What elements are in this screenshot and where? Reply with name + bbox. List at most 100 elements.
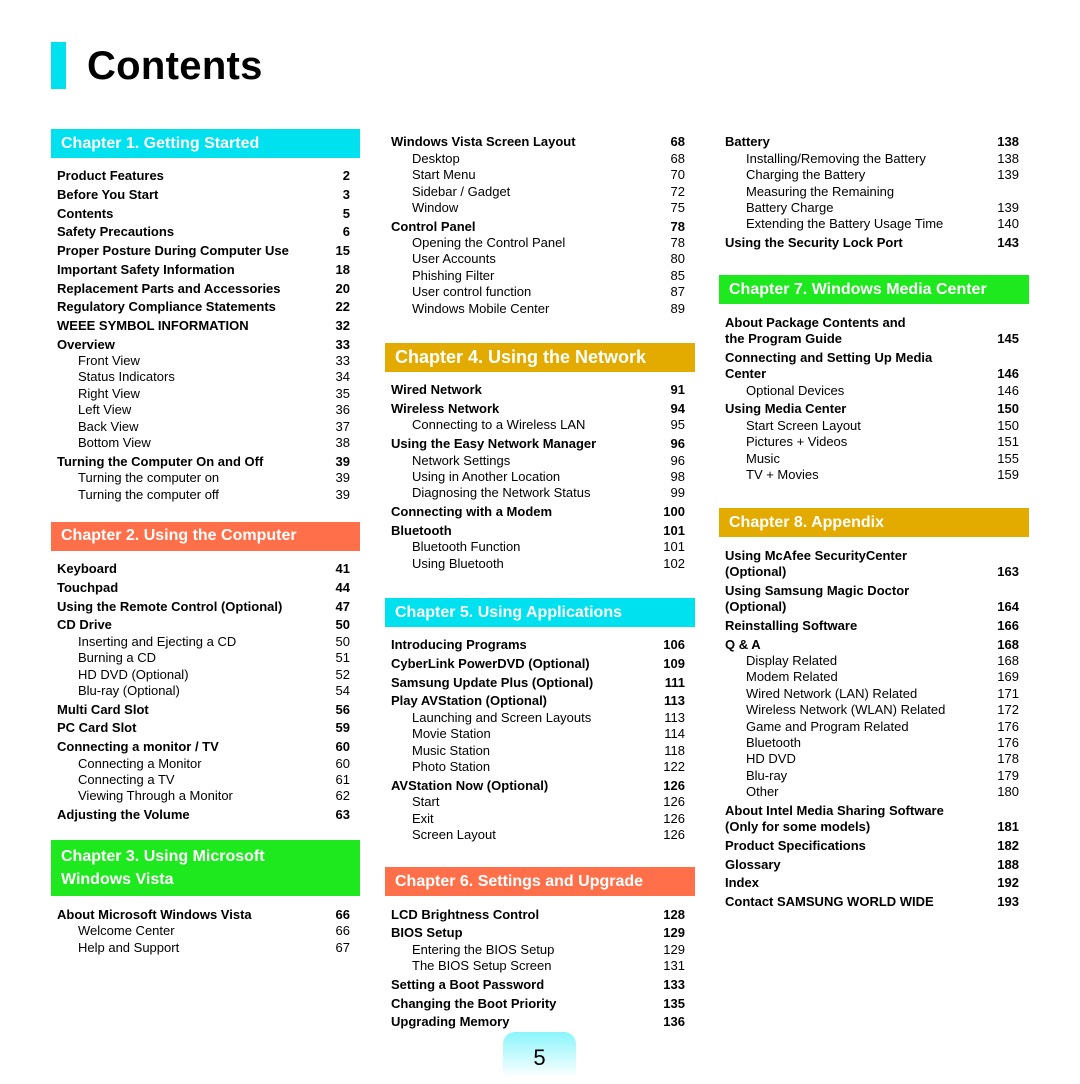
toc-subsection-entry[interactable]: Pictures + Videos 151 <box>725 434 1019 450</box>
toc-section-entry[interactable]: Introducing Programs 106 <box>391 637 685 653</box>
toc-section-entry[interactable]: Using Samsung Magic Doctor <box>725 583 1019 599</box>
toc-section-entry[interactable]: Center 146 <box>725 366 1019 382</box>
toc-subsection-entry[interactable]: Bluetooth Function 101 <box>391 539 685 555</box>
toc-subsection-entry[interactable]: Bottom View 38 <box>57 435 350 451</box>
toc-subsection-entry[interactable]: Music Station 118 <box>391 743 685 759</box>
toc-subsection-entry[interactable]: Charging the Battery 139 <box>725 167 1019 183</box>
toc-subsection-entry[interactable]: Screen Layout 126 <box>391 827 685 843</box>
toc-subsection-entry[interactable]: HD DVD 178 <box>725 751 1019 767</box>
toc-subsection-entry[interactable]: Turning the computer off 39 <box>57 487 350 503</box>
toc-subsection-entry[interactable]: Photo Station 122 <box>391 759 685 775</box>
toc-section-entry[interactable]: (Optional) 163 <box>725 564 1019 580</box>
toc-section-entry[interactable]: Using Media Center 150 <box>725 401 1019 417</box>
toc-subsection-entry[interactable]: Start 126 <box>391 794 685 810</box>
toc-section-entry[interactable]: Product Features 2 <box>57 168 350 184</box>
toc-subsection-entry[interactable]: Connecting a Monitor 60 <box>57 756 350 772</box>
toc-section-entry[interactable]: Index 192 <box>725 875 1019 891</box>
toc-section-entry[interactable]: Safety Precautions 6 <box>57 224 350 240</box>
chapter-5-header[interactable]: Chapter 5. Using Applications <box>385 598 695 628</box>
toc-section-entry[interactable]: Q & A 168 <box>725 637 1019 653</box>
toc-section-entry[interactable]: Important Safety Information 18 <box>57 262 350 278</box>
chapter-2-header[interactable]: Chapter 2. Using the Computer <box>51 521 360 551</box>
toc-section-entry[interactable]: Regulatory Compliance Statements 22 <box>57 299 350 315</box>
toc-section-entry[interactable]: Upgrading Memory 136 <box>391 1014 685 1030</box>
toc-section-entry[interactable]: Connecting and Setting Up Media <box>725 350 1019 366</box>
toc-section-entry[interactable]: Windows Vista Screen Layout 68 <box>391 134 685 150</box>
toc-subsection-entry[interactable]: Inserting and Ejecting a CD 50 <box>57 634 350 650</box>
chapter-7-header[interactable]: Chapter 7. Windows Media Center <box>719 275 1029 305</box>
chapter-8-header[interactable]: Chapter 8. Appendix <box>719 508 1029 538</box>
toc-section-entry[interactable]: Wired Network 91 <box>391 382 685 398</box>
toc-section-entry[interactable]: Contact SAMSUNG WORLD WIDE 193 <box>725 894 1019 910</box>
toc-section-entry[interactable]: About Intel Media Sharing Software <box>725 803 1019 819</box>
toc-subsection-entry[interactable]: Installing/Removing the Battery 138 <box>725 151 1019 167</box>
chapter-4-header[interactable]: Chapter 4. Using the Network <box>385 343 695 373</box>
toc-section-entry[interactable]: Replacement Parts and Accessories 20 <box>57 281 350 297</box>
toc-subsection-entry[interactable]: Windows Mobile Center 89 <box>391 301 685 317</box>
toc-subsection-entry[interactable]: Connecting to a Wireless LAN 95 <box>391 417 685 433</box>
toc-subsection-entry[interactable]: User control function 87 <box>391 284 685 300</box>
toc-subsection-entry[interactable]: Modem Related 169 <box>725 669 1019 685</box>
toc-section-entry[interactable]: Touchpad 44 <box>57 580 350 596</box>
toc-section-entry[interactable]: (Optional) 164 <box>725 599 1019 615</box>
toc-subsection-entry[interactable]: Viewing Through a Monitor 62 <box>57 788 350 804</box>
chapter-3-header[interactable]: Chapter 3. Using Microsoft Windows Vista <box>51 840 360 897</box>
toc-subsection-entry[interactable]: Measuring the Remaining <box>725 184 1019 200</box>
toc-subsection-entry[interactable]: Diagnosing the Network Status 99 <box>391 485 685 501</box>
toc-subsection-entry[interactable]: Window 75 <box>391 200 685 216</box>
toc-subsection-entry[interactable]: Left View 36 <box>57 402 350 418</box>
chapter-1-header[interactable]: Chapter 1. Getting Started <box>51 129 360 158</box>
toc-section-entry[interactable]: Connecting a monitor / TV 60 <box>57 739 350 755</box>
toc-subsection-entry[interactable]: Start Menu 70 <box>391 167 685 183</box>
toc-subsection-entry[interactable]: Phishing Filter 85 <box>391 268 685 284</box>
toc-section-entry[interactable]: Reinstalling Software 166 <box>725 618 1019 634</box>
toc-subsection-entry[interactable]: Wired Network (LAN) Related 171 <box>725 686 1019 702</box>
toc-section-entry[interactable]: Play AVStation (Optional) 113 <box>391 693 685 709</box>
chapter-6-header[interactable]: Chapter 6. Settings and Upgrade <box>385 867 695 897</box>
toc-subsection-entry[interactable]: Using Bluetooth 102 <box>391 556 685 572</box>
toc-subsection-entry[interactable]: Display Related 168 <box>725 653 1019 669</box>
toc-section-entry[interactable]: Using McAfee SecurityCenter <box>725 548 1019 564</box>
toc-section-entry[interactable]: (Only for some models) 181 <box>725 819 1019 835</box>
toc-subsection-entry[interactable]: Help and Support 67 <box>57 940 350 956</box>
toc-subsection-entry[interactable]: Game and Program Related 176 <box>725 719 1019 735</box>
toc-subsection-entry[interactable]: Wireless Network (WLAN) Related 172 <box>725 702 1019 718</box>
toc-section-entry[interactable]: AVStation Now (Optional) 126 <box>391 778 685 794</box>
toc-subsection-entry[interactable]: Other 180 <box>725 784 1019 800</box>
toc-subsection-entry[interactable]: Entering the BIOS Setup 129 <box>391 942 685 958</box>
toc-subsection-entry[interactable]: User Accounts 80 <box>391 251 685 267</box>
toc-subsection-entry[interactable]: Music 155 <box>725 451 1019 467</box>
toc-section-entry[interactable]: Multi Card Slot 56 <box>57 702 350 718</box>
toc-subsection-entry[interactable]: Status Indicators 34 <box>57 369 350 385</box>
toc-subsection-entry[interactable]: The BIOS Setup Screen 131 <box>391 958 685 974</box>
toc-section-entry[interactable]: Product Specifications 182 <box>725 838 1019 854</box>
toc-section-entry[interactable]: Keyboard 41 <box>57 561 350 577</box>
toc-subsection-entry[interactable]: Optional Devices 146 <box>725 383 1019 399</box>
toc-section-entry[interactable]: LCD Brightness Control 128 <box>391 907 685 923</box>
toc-subsection-entry[interactable]: Battery Charge 139 <box>725 200 1019 216</box>
toc-section-entry[interactable]: Setting a Boot Password 133 <box>391 977 685 993</box>
toc-section-entry[interactable]: Proper Posture During Computer Use 15 <box>57 243 350 259</box>
toc-subsection-entry[interactable]: Welcome Center 66 <box>57 923 350 939</box>
toc-subsection-entry[interactable]: Front View 33 <box>57 353 350 369</box>
toc-section-entry[interactable]: Control Panel 78 <box>391 219 685 235</box>
toc-section-entry[interactable]: CD Drive 50 <box>57 617 350 633</box>
toc-section-entry[interactable]: Battery 138 <box>725 134 1019 150</box>
toc-subsection-entry[interactable]: Blu-ray 179 <box>725 768 1019 784</box>
toc-section-entry[interactable]: Contents 5 <box>57 206 350 222</box>
toc-section-entry[interactable]: Connecting with a Modem 100 <box>391 504 685 520</box>
toc-subsection-entry[interactable]: TV + Movies 159 <box>725 467 1019 483</box>
toc-subsection-entry[interactable]: Start Screen Layout 150 <box>725 418 1019 434</box>
toc-section-entry[interactable]: Using the Easy Network Manager 96 <box>391 436 685 452</box>
toc-subsection-entry[interactable]: Turning the computer on 39 <box>57 470 350 486</box>
toc-subsection-entry[interactable]: Connecting a TV 61 <box>57 772 350 788</box>
toc-subsection-entry[interactable]: Using in Another Location 98 <box>391 469 685 485</box>
toc-section-entry[interactable]: PC Card Slot 59 <box>57 720 350 736</box>
toc-section-entry[interactable]: Using the Security Lock Port 143 <box>725 235 1019 251</box>
toc-subsection-entry[interactable]: Movie Station 114 <box>391 726 685 742</box>
toc-section-entry[interactable]: Changing the Boot Priority 135 <box>391 996 685 1012</box>
toc-section-entry[interactable]: Before You Start 3 <box>57 187 350 203</box>
toc-subsection-entry[interactable]: Network Settings 96 <box>391 453 685 469</box>
toc-subsection-entry[interactable]: Extending the Battery Usage Time 140 <box>725 216 1019 232</box>
toc-subsection-entry[interactable]: Bluetooth 176 <box>725 735 1019 751</box>
